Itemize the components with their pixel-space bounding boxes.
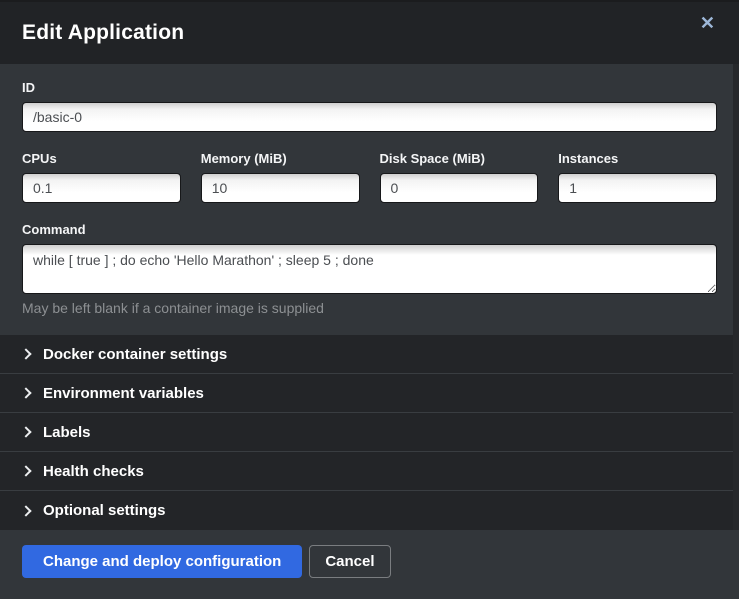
chevron-right-icon xyxy=(20,465,31,476)
section-label: Optional settings xyxy=(43,502,166,519)
edit-application-modal: Edit Application ✕ ID CPUs Memory (MiB) … xyxy=(0,0,739,599)
modal-footer: Change and deploy configuration Cancel xyxy=(0,530,739,599)
cpus-field-group: CPUs xyxy=(22,151,181,203)
id-input[interactable] xyxy=(22,102,717,132)
cpus-label: CPUs xyxy=(22,151,181,166)
cancel-button[interactable]: Cancel xyxy=(309,545,390,578)
section-optional-settings[interactable]: Optional settings xyxy=(0,491,739,530)
chevron-right-icon xyxy=(20,348,31,359)
command-field-group: Command while [ true ] ; do echo 'Hello … xyxy=(22,222,717,316)
instances-label: Instances xyxy=(558,151,717,166)
section-docker-container-settings[interactable]: Docker container settings xyxy=(0,335,739,374)
section-health-checks[interactable]: Health checks xyxy=(0,452,739,491)
section-label: Docker container settings xyxy=(43,346,227,363)
section-environment-variables[interactable]: Environment variables xyxy=(0,374,739,413)
modal-title: Edit Application xyxy=(22,21,184,45)
instances-field-group: Instances xyxy=(558,151,717,203)
id-label: ID xyxy=(22,80,717,95)
chevron-right-icon xyxy=(20,505,31,516)
memory-input[interactable] xyxy=(201,173,360,203)
modal-header: Edit Application ✕ xyxy=(0,0,739,64)
section-labels[interactable]: Labels xyxy=(0,413,739,452)
instances-input[interactable] xyxy=(558,173,717,203)
close-icon[interactable]: ✕ xyxy=(696,12,719,34)
chevron-right-icon xyxy=(20,387,31,398)
section-label: Health checks xyxy=(43,463,144,480)
resources-row: CPUs Memory (MiB) Disk Space (MiB) Insta… xyxy=(22,151,717,203)
modal-body: ID CPUs Memory (MiB) Disk Space (MiB) In… xyxy=(0,64,739,335)
command-label: Command xyxy=(22,222,717,237)
memory-label: Memory (MiB) xyxy=(201,151,360,166)
accordion-sections: Docker container settings Environment va… xyxy=(0,335,739,530)
disk-input[interactable] xyxy=(380,173,539,203)
change-and-deploy-button[interactable]: Change and deploy configuration xyxy=(22,545,302,578)
id-field-group: ID xyxy=(22,80,717,132)
cpus-input[interactable] xyxy=(22,173,181,203)
section-label: Environment variables xyxy=(43,385,204,402)
body-scrollbar-track[interactable] xyxy=(733,64,739,530)
chevron-right-icon xyxy=(20,426,31,437)
section-label: Labels xyxy=(43,424,91,441)
disk-field-group: Disk Space (MiB) xyxy=(380,151,539,203)
disk-label: Disk Space (MiB) xyxy=(380,151,539,166)
command-help-text: May be left blank if a container image i… xyxy=(22,300,717,316)
command-textarea[interactable]: while [ true ] ; do echo 'Hello Marathon… xyxy=(22,244,717,294)
memory-field-group: Memory (MiB) xyxy=(201,151,360,203)
